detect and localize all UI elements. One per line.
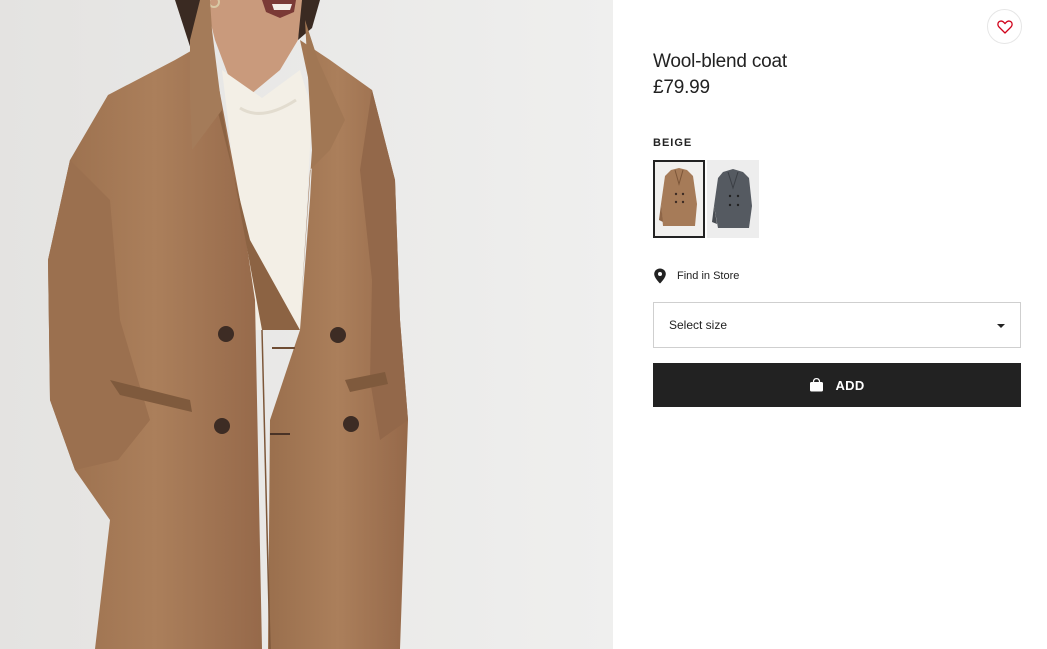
size-select[interactable]: Select size — [653, 302, 1021, 348]
product-price: £79.99 — [653, 77, 710, 98]
beige-coat-thumbnail — [659, 168, 697, 226]
grey-coat-thumbnail — [712, 169, 752, 228]
caret-down-icon — [997, 324, 1005, 328]
favorite-button[interactable] — [987, 9, 1022, 44]
coat-photo-illustration — [0, 0, 613, 649]
find-in-store-link[interactable]: Find in Store — [653, 268, 739, 284]
product-image[interactable] — [0, 0, 613, 649]
color-swatch-beige[interactable] — [653, 160, 705, 238]
color-swatch-dark-grey[interactable] — [707, 160, 759, 238]
shopping-bag-icon — [810, 378, 824, 392]
add-button-label: ADD — [835, 377, 865, 393]
heart-icon — [996, 19, 1013, 34]
map-pin-icon — [654, 268, 666, 284]
selected-color-label: BEIGE — [653, 137, 693, 149]
product-title: Wool-blend coat — [653, 51, 787, 72]
find-in-store-label: Find in Store — [677, 270, 740, 282]
product-details-panel: Wool-blend coat £79.99 BEIGE Find in Sto… — [613, 0, 1047, 649]
add-to-bag-button[interactable]: ADD — [653, 363, 1021, 407]
size-select-placeholder: Select size — [669, 318, 728, 332]
